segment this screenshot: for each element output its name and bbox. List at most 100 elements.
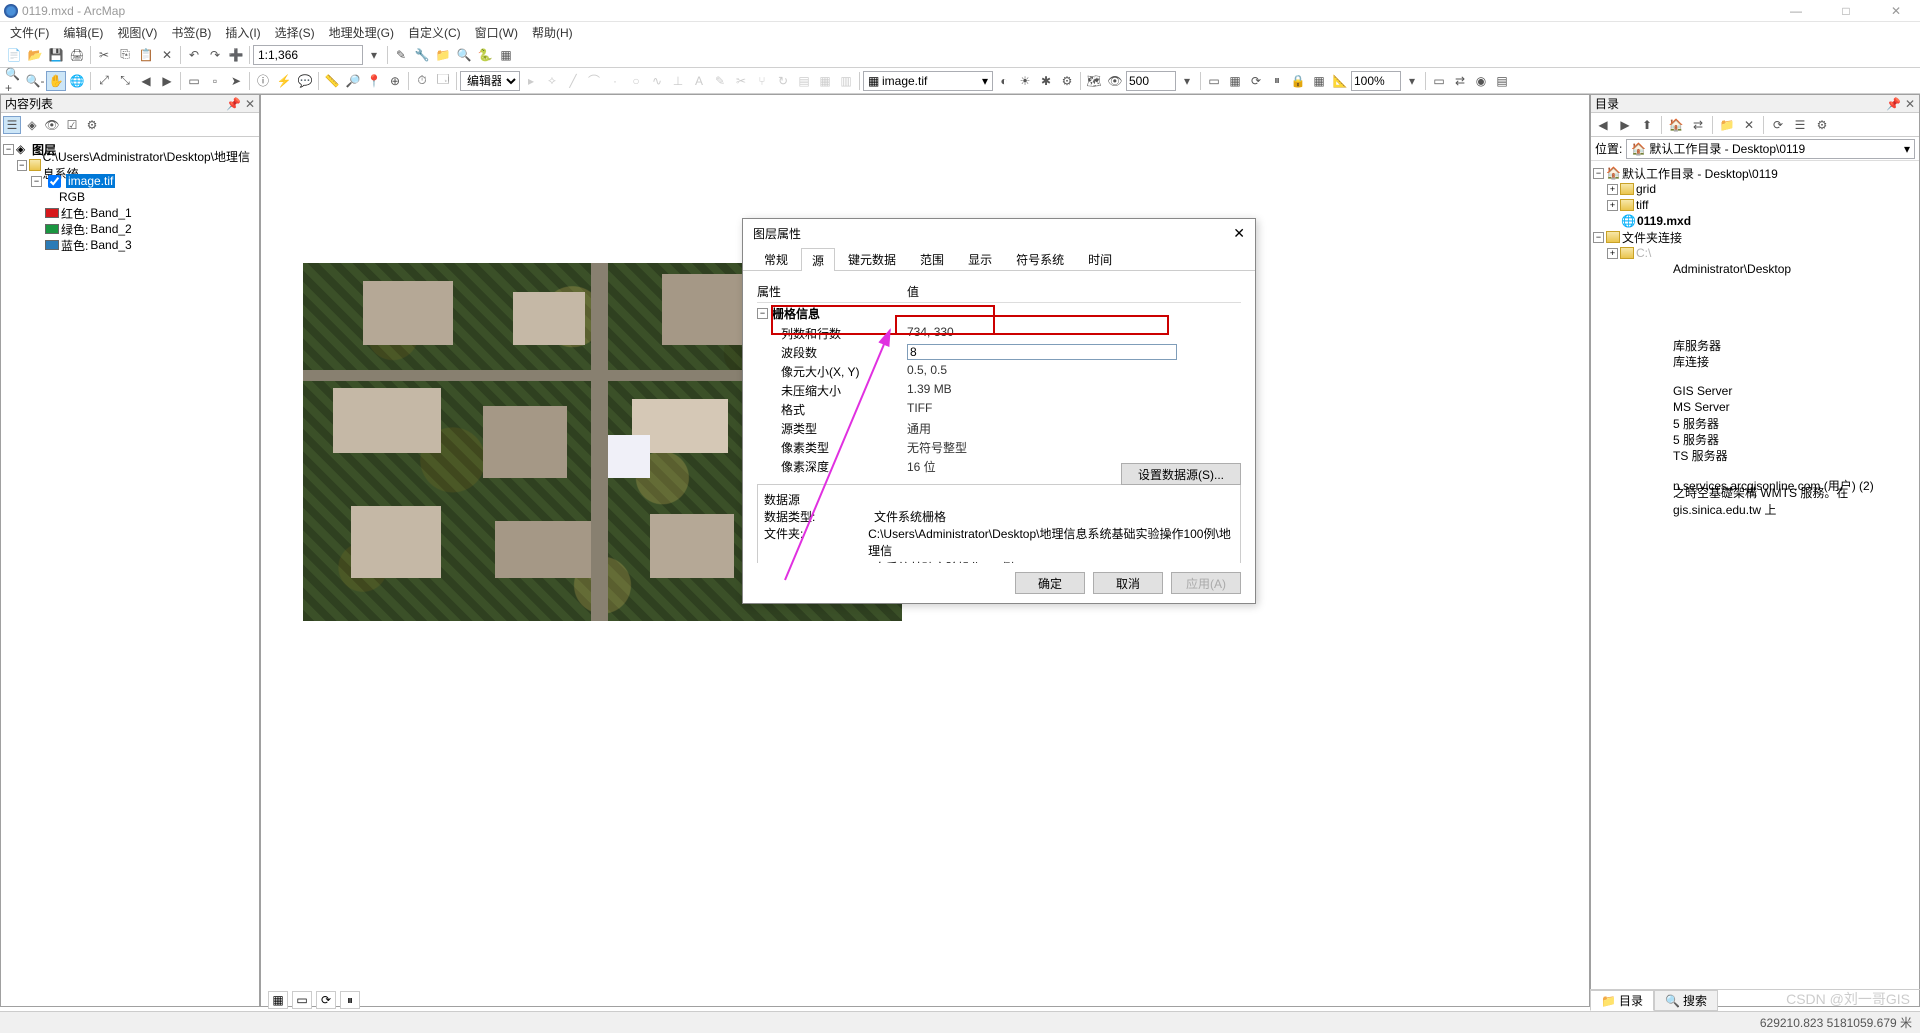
delete-icon[interactable]: ✕	[157, 45, 177, 65]
home-icon[interactable]: 🏠	[1666, 115, 1686, 135]
redo-icon[interactable]: ↷	[205, 45, 225, 65]
expander-icon[interactable]: −	[1593, 232, 1604, 243]
midpoint-icon[interactable]: ·	[605, 71, 625, 91]
cat-home[interactable]: − 🏠 默认工作目录 - Desktop\0119	[1593, 165, 1917, 181]
menu-edit[interactable]: 编辑(E)	[57, 22, 109, 43]
cat-item[interactable]: 5 服务器	[1593, 431, 1917, 447]
expander-icon[interactable]: −	[3, 144, 14, 155]
prop-row[interactable]: 像元大小(X, Y)0.5, 0.5	[757, 362, 1241, 381]
edit-vertices-icon[interactable]: ⟡	[542, 71, 562, 91]
tree-band[interactable]: 绿色: Band_2	[3, 221, 257, 237]
layer-checkbox[interactable]	[48, 175, 61, 188]
zoom-percent[interactable]	[1351, 71, 1401, 91]
menu-geoprocess[interactable]: 地理处理(G)	[323, 22, 400, 43]
cat-item[interactable]: + grid	[1593, 181, 1917, 197]
editor-toolbar-icon[interactable]: ✎	[391, 45, 411, 65]
menu-bookmark[interactable]: 书签(B)	[165, 22, 217, 43]
back-icon[interactable]: ◀	[1593, 115, 1613, 135]
cat-item[interactable]: Administrator\Desktop	[1593, 261, 1917, 277]
cat-item[interactable]: 🌐 0119.mxd	[1593, 213, 1917, 229]
dialog-close-icon[interactable]: ✕	[1233, 225, 1245, 242]
flicker-icon[interactable]: ✱	[1036, 71, 1056, 91]
cat-item[interactable]: + tiff	[1593, 197, 1917, 213]
grid-icon[interactable]: ▦	[1309, 71, 1329, 91]
pause-icon[interactable]: ⏸	[1267, 71, 1287, 91]
html-popup-icon[interactable]: 💬	[295, 71, 315, 91]
tab-symbology[interactable]: 符号系统	[1005, 247, 1075, 270]
fixed-zoom-out-icon[interactable]: ⤡	[115, 71, 135, 91]
cat-item[interactable]: 库连接	[1593, 353, 1917, 369]
prop-row[interactable]: 源类型通用	[757, 419, 1241, 438]
select-elements-icon[interactable]: ➤	[226, 71, 246, 91]
save-icon[interactable]: 💾	[46, 45, 66, 65]
forward-icon[interactable]: ▶	[157, 71, 177, 91]
pause-drawing-icon[interactable]: ⏸	[340, 991, 360, 1009]
expander-icon[interactable]: −	[31, 176, 42, 187]
toolbox-icon[interactable]: 🔧	[412, 45, 432, 65]
cat-item[interactable]: 之時空基礎架構 WMTS 服務。在 gis.sinica.edu.tw 上	[1593, 493, 1917, 509]
change-layout-icon[interactable]: ▤	[1492, 71, 1512, 91]
band-count-input[interactable]	[907, 344, 1177, 360]
prop-row[interactable]: 未压缩大小1.39 MB	[757, 381, 1241, 400]
refresh-icon[interactable]: ⟳	[1246, 71, 1266, 91]
lock-icon[interactable]: 🔒	[1288, 71, 1308, 91]
menu-window[interactable]: 窗口(W)	[469, 22, 524, 43]
back-icon[interactable]: ◀	[136, 71, 156, 91]
expander-icon[interactable]: −	[1593, 168, 1604, 179]
rotate-icon[interactable]: ↻	[773, 71, 793, 91]
layout-view-tab[interactable]: ▭	[292, 991, 312, 1009]
focus-icon[interactable]: ◉	[1471, 71, 1491, 91]
prop-row[interactable]: 格式TIFF	[757, 400, 1241, 419]
options-icon[interactable]: ⚙	[83, 116, 101, 134]
adjust-icon[interactable]: ⚙	[1057, 71, 1077, 91]
search-tab[interactable]: 🔍 搜索	[1654, 990, 1718, 1011]
close-panel-icon[interactable]: ✕	[1905, 97, 1915, 111]
dropdown-icon[interactable]: ▾	[1402, 71, 1422, 91]
minimize-button[interactable]: —	[1776, 4, 1816, 18]
cut-icon[interactable]: ✂	[94, 45, 114, 65]
menu-insert[interactable]: 插入(I)	[219, 22, 266, 43]
tree-view-icon[interactable]: ☰	[1790, 115, 1810, 135]
tab-source[interactable]: 源	[801, 248, 835, 271]
tree-band[interactable]: 红色: Band_1	[3, 205, 257, 221]
expander-icon[interactable]: +	[1607, 200, 1618, 211]
menu-customize[interactable]: 自定义(C)	[402, 22, 467, 43]
sketch-props-icon[interactable]: ▦	[815, 71, 835, 91]
dropdown-icon[interactable]: ▾	[364, 45, 384, 65]
menu-select[interactable]: 选择(S)	[269, 22, 321, 43]
options-icon[interactable]: ⚙	[1812, 115, 1832, 135]
disconnect-icon[interactable]: ✕	[1739, 115, 1759, 135]
set-datasource-button[interactable]: 设置数据源(S)...	[1121, 463, 1241, 485]
menu-help[interactable]: 帮助(H)	[526, 22, 579, 43]
end-point-icon[interactable]: ○	[626, 71, 646, 91]
search-value[interactable]	[1126, 71, 1176, 91]
tree-band[interactable]: 蓝色: Band_3	[3, 237, 257, 253]
new-icon[interactable]: 📄	[4, 45, 24, 65]
right-angle-icon[interactable]: ⊥	[668, 71, 688, 91]
paste-icon[interactable]: 📋	[136, 45, 156, 65]
arc-segment-icon[interactable]: ⌒	[584, 71, 604, 91]
pin-icon[interactable]: 📌	[226, 97, 241, 111]
print-icon[interactable]: 🖨	[67, 45, 87, 65]
full-extent-icon[interactable]: 🌐	[67, 71, 87, 91]
list-by-source-icon[interactable]: ◈	[23, 116, 41, 134]
copy-icon[interactable]: ⎘	[115, 45, 135, 65]
clear-selection-icon[interactable]: ▫	[205, 71, 225, 91]
create-features-icon[interactable]: ▥	[836, 71, 856, 91]
fixed-zoom-in-icon[interactable]: ⤢	[94, 71, 114, 91]
data-frame-icon[interactable]: ▭	[1429, 71, 1449, 91]
cat-item[interactable]: 库服务器	[1593, 337, 1917, 353]
open-icon[interactable]: 📂	[25, 45, 45, 65]
tab-display[interactable]: 显示	[957, 247, 1003, 270]
prop-row[interactable]: 像素类型无符号整型	[757, 438, 1241, 457]
tab-extent[interactable]: 范围	[909, 247, 955, 270]
pin-icon[interactable]: 📌	[1886, 97, 1901, 111]
data-view-tab[interactable]: ▦	[268, 991, 288, 1009]
attributes-icon[interactable]: ▤	[794, 71, 814, 91]
edit-annotation-icon[interactable]: A	[689, 71, 709, 91]
forward-icon[interactable]: ▶	[1615, 115, 1635, 135]
expander-icon[interactable]: −	[17, 160, 27, 171]
location-input[interactable]: 🏠 默认工作目录 - Desktop\0119 ▾	[1626, 139, 1915, 159]
split-icon[interactable]: ⑂	[752, 71, 772, 91]
cat-item[interactable]: MS Server	[1593, 399, 1917, 415]
